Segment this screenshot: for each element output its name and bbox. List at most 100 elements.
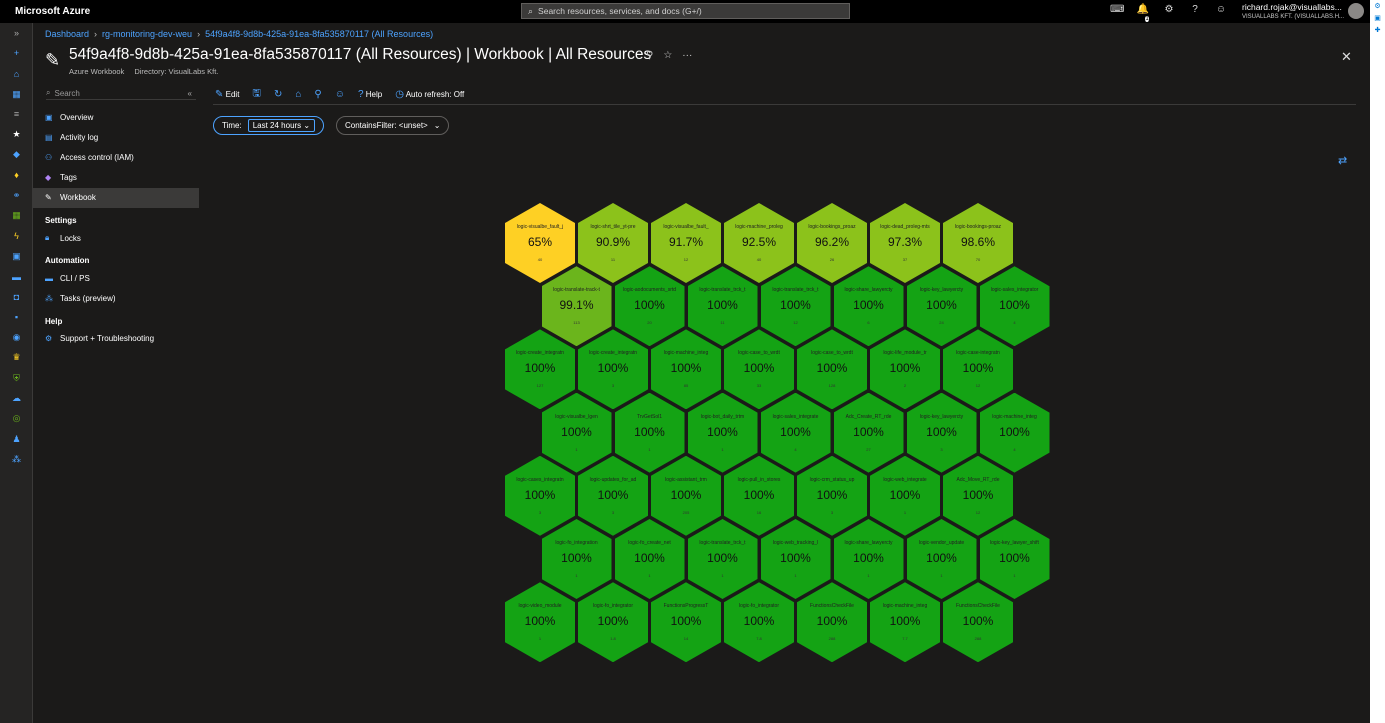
close-icon[interactable]: ✕ [1341, 49, 1352, 65]
hex-tile[interactable]: logic-key_lawyer_shift 100% 1 [979, 519, 1050, 599]
hex-tile[interactable]: logic-sales_integrator 100% 4 [979, 266, 1050, 347]
swap-arrows-icon[interactable]: ⇄ [1338, 154, 1347, 167]
hex-tile[interactable]: logic-cases_integratn 100% 3 [505, 455, 575, 536]
hex-tile[interactable]: logic-web_tracking_l 100% 1 [760, 519, 831, 599]
edge-icon-3[interactable]: ✚ [1370, 26, 1385, 38]
hex-tile[interactable]: logic-crm_status_up 100% 3 [797, 455, 867, 536]
breadcrumb-item[interactable]: Dashboard [45, 29, 89, 39]
hex-tile[interactable]: logic-translate_trck_t 100% 1 [687, 519, 758, 599]
hex-tile[interactable]: logic-updates_for_ad 100% 3 [578, 455, 648, 536]
hex-tile[interactable]: logic-create_integratn 100% 3 [578, 329, 648, 410]
monitor-icon[interactable]: ▪ [0, 307, 33, 327]
circle-icon[interactable]: ◎ [0, 409, 33, 429]
hex-tile[interactable]: logic-fo_create_net 100% 1 [614, 519, 685, 599]
avatar[interactable] [1348, 3, 1364, 19]
trophy-icon[interactable]: ♛ [0, 348, 33, 368]
hex-tile[interactable]: logic-case_to_wrdt 100% 33 [724, 329, 794, 410]
pin-icon[interactable]: ⚲ [314, 89, 321, 100]
menu-item-tasks[interactable]: ⁂ Tasks (preview) [33, 288, 199, 308]
shield-icon[interactable]: ⛨ [0, 368, 33, 388]
hex-tile[interactable]: logic-fo_integrator 100% 1.8 [578, 582, 648, 663]
hex-tile[interactable]: logic-machine_proleg 92.5% 40 [724, 203, 794, 283]
hex-tile[interactable]: logic-translate-track-t 99.1% 113 [541, 266, 612, 347]
hex-tile[interactable]: logic-web_integrate 100% 1 [870, 455, 940, 536]
hex-tile[interactable]: TrvGetSol1 100% 1 [614, 392, 685, 473]
storage-icon[interactable]: ▬ [0, 267, 33, 287]
menu-item-locks[interactable]: 🔒︎ Locks [33, 228, 199, 248]
hex-tile[interactable]: logic-assistant_trm 100% 205 [651, 455, 721, 536]
menu-item-iam[interactable]: ⚇ Access control (IAM) [33, 147, 199, 167]
create-resource-icon[interactable]: + [0, 43, 33, 63]
hex-tile[interactable]: logic-pull_in_stores 100% 16 [724, 455, 794, 536]
hex-tile[interactable]: logic-vendor_update 100% 1 [906, 519, 977, 599]
breadcrumb-item[interactable]: 54f9a4f8-9d8b-425a-91ea-8fa535870117 (Al… [205, 29, 433, 39]
menu-item-support[interactable]: ⚙ Support + Troubleshooting [33, 329, 199, 349]
more-options-icon[interactable]: ··· [682, 50, 692, 61]
hex-tile[interactable]: logic-bot_daily_trtm 100% 1 [687, 392, 758, 473]
refresh-icon[interactable]: ↻ [274, 89, 282, 100]
cloud-icon[interactable]: ☁ [0, 388, 33, 408]
hex-tile[interactable]: logic-case_to_wrdt 100% 128 [797, 329, 867, 410]
hex-tile[interactable]: logic-share_lawyercty 100% 1 [833, 519, 904, 599]
help-icon[interactable]: ? [1188, 4, 1202, 26]
hex-tile[interactable]: logic-machine_integ 100% 4 [979, 392, 1050, 473]
cloud-shell-icon[interactable]: ⌨ [1110, 4, 1124, 26]
resource-icon-1[interactable]: ◆ [0, 145, 33, 165]
favorites-star-icon[interactable]: ★ [0, 124, 33, 144]
hex-tile[interactable]: logic-dead_proleg-mts 97.3% 37 [870, 203, 940, 283]
dashboard-icon[interactable]: ▦ [0, 84, 33, 104]
apps-icon[interactable]: ⁂ [0, 449, 33, 469]
all-services-icon[interactable]: ≡ [0, 104, 33, 124]
menu-item-activity-log[interactable]: ▤ Activity log [33, 127, 199, 147]
hex-tile[interactable]: logic-sales_integrate 100% 4 [760, 392, 831, 473]
hex-tile[interactable]: logic-case-integratn 100% 12 [943, 329, 1013, 410]
auto-refresh-button[interactable]: ◷ Auto refresh: Off [395, 89, 464, 100]
hex-tile[interactable]: logic-create_integratn 100% 127 [505, 329, 575, 410]
hex-tile[interactable]: logic-visualbe_lgen 100% 1 [541, 392, 612, 473]
hex-tile[interactable]: logic-fo_integration 100% 1 [541, 519, 612, 599]
hex-tile[interactable]: logic-video_module 100% 1 [505, 582, 575, 663]
key-icon[interactable]: ♦ [0, 165, 33, 185]
hex-tile[interactable]: FunctionsCheckFile 100% 288 [797, 582, 867, 663]
brand-title[interactable]: Microsoft Azure [0, 6, 210, 17]
hex-tile[interactable]: logic-machine_integ 100% 7.7 [870, 582, 940, 663]
grid-icon[interactable]: ▦ [0, 206, 33, 226]
hex-tile[interactable]: Adc_Create_RT_rde 100% 27 [833, 392, 904, 473]
hex-tile[interactable]: logic-machine_integ 100% 85 [651, 329, 721, 410]
edge-icon-2[interactable]: ▣ [1370, 14, 1385, 26]
hex-tile[interactable]: logic-shrt_tile_yt-pre 90.9% 11 [578, 203, 648, 283]
logic-app-icon[interactable]: ⚭ [0, 185, 33, 205]
global-search-input[interactable]: ⌕ Search resources, services, and docs (… [521, 3, 850, 19]
hex-tile[interactable]: logic-life_module_tr 100% 2 [870, 329, 940, 410]
save-icon[interactable]: 🖫 [252, 86, 261, 103]
menu-item-overview[interactable]: ▣ Overview [33, 107, 199, 127]
menu-item-cli-ps[interactable]: ▬ CLI / PS [33, 268, 199, 288]
feedback-icon[interactable]: ☺ [1214, 4, 1228, 26]
hex-tile[interactable]: logic-bookings_proaz 96.2% 26 [797, 203, 867, 283]
resource-group-icon[interactable]: ▣ [0, 246, 33, 266]
hex-tile[interactable]: logic-visualbe_fault_j 65% 40 [505, 203, 575, 283]
hex-tile[interactable]: FunctionsProgressT 100% 14 [651, 582, 721, 663]
function-icon[interactable]: ϟ [0, 226, 33, 246]
user-icon[interactable]: ♟ [0, 429, 33, 449]
help-button[interactable]: ? Help [358, 89, 382, 100]
edit-button[interactable]: ✎ Edit [215, 89, 239, 100]
feedback-smiley-icon[interactable]: ☺ [335, 89, 345, 100]
gallery-icon[interactable]: ⌂ [295, 89, 301, 100]
sql-icon[interactable]: ◘ [0, 287, 33, 307]
notifications-icon[interactable]: 🔔1 [1136, 4, 1150, 26]
hex-tile[interactable]: FunctionsCheckFile 100% 288 [943, 582, 1013, 663]
home-icon[interactable]: ⌂ [0, 64, 33, 84]
hex-tile[interactable]: logic-share_lawyercty 100% 6 [833, 266, 904, 347]
menu-item-tags[interactable]: ◆ Tags [33, 168, 199, 188]
hex-tile[interactable]: logic-translate_trck_t 100% 11 [687, 266, 758, 347]
favorite-star-icon[interactable]: ☆ [663, 50, 672, 61]
expand-menu-icon[interactable]: » [0, 23, 33, 43]
hex-tile[interactable]: logic-key_lawyercty 100% 24 [906, 266, 977, 347]
menu-search-input[interactable]: ⌕ Search « [46, 87, 196, 100]
contains-filter-picker[interactable]: ContainsFilter: <unset> ⌄ [336, 116, 450, 135]
hex-tile[interactable]: logic-bookings-proaz 98.6% 70 [943, 203, 1013, 283]
pin-icon[interactable]: ⚲ [646, 50, 653, 61]
time-range-picker[interactable]: Time: Last 24 hours ⌄ [213, 116, 325, 135]
edge-icon-1[interactable]: ⚙ [1370, 2, 1385, 14]
